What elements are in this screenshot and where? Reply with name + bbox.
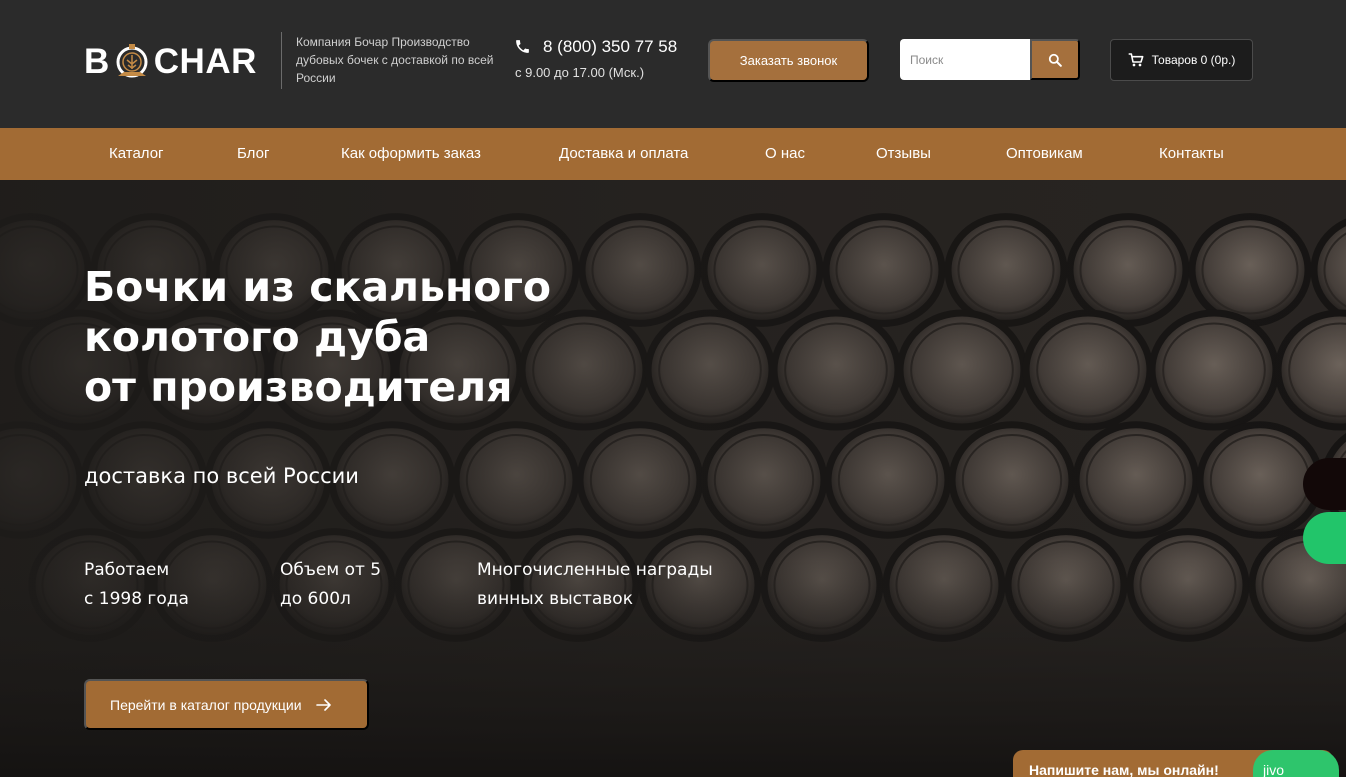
feature-awards: Многочисленные награды винных выставок [477,556,713,614]
feature-line: Работаем [84,560,170,580]
hero-title-line: от производителя [84,363,513,411]
search-icon [1048,53,1062,67]
chat-widget[interactable]: Напишите нам, мы онлайн! jivo [1013,750,1339,777]
logo-letter-b: B [84,42,110,81]
chat-prompt: Напишите нам, мы онлайн! [1029,762,1219,777]
cart-icon [1128,53,1144,67]
feature-line: винных выставок [477,589,633,609]
side-widget-green[interactable] [1303,512,1346,564]
nav-item-blog[interactable]: Блог [237,128,269,180]
main-nav: Каталог Блог Как оформить заказ Доставка… [0,128,1346,180]
arrow-right-icon [315,698,331,711]
hero-title: Бочки из скального колотого дуба от прои… [84,262,644,412]
phone-number[interactable]: 8 (800) 350 77 58 [543,37,677,57]
nav-item-wholesale[interactable]: Оптовикам [1006,128,1083,180]
header-divider [281,32,282,89]
feature-line: с 1998 года [84,589,189,609]
site-header: B CHAR Компания Бочар Производство дубов… [0,0,1346,128]
hero-title-line: колотого дуба [84,313,431,361]
hero-section: Бочки из скального колотого дуба от прои… [0,180,1346,777]
catalog-button[interactable]: Перейти в каталог продукции [84,679,369,730]
nav-item-about[interactable]: О нас [765,128,805,180]
logo-text-char: CHAR [153,42,257,81]
callback-button[interactable]: Заказать звонок [708,39,869,82]
phone-icon [516,40,529,53]
company-tagline: Компания Бочар Производство дубовых боче… [296,35,494,85]
nav-item-contacts[interactable]: Контакты [1159,128,1224,180]
logo[interactable]: B CHAR [84,34,257,90]
barrel-logo-icon [116,44,148,78]
feature-line: Многочисленные награды [477,560,713,580]
hero-title-line: Бочки из скального [84,263,552,311]
nav-item-how-to-order[interactable]: Как оформить заказ [341,128,481,180]
cart-button[interactable]: Товаров 0 (0р.) [1110,39,1253,81]
nav-item-delivery-payment[interactable]: Доставка и оплата [559,128,688,180]
side-widget-dark[interactable] [1303,458,1346,510]
hero-subtitle: доставка по всей России [84,464,359,488]
cart-label: Товаров 0 (0р.) [1151,53,1236,67]
search-button[interactable] [1030,39,1080,80]
phone-hours: с 9.00 до 17.00 (Мск.) [515,65,645,80]
nav-item-reviews[interactable]: Отзывы [876,128,931,180]
search-input[interactable] [900,39,1031,80]
nav-item-catalog[interactable]: Каталог [109,128,164,180]
feature-since: Работаем с 1998 года [84,556,189,614]
chat-brand: jivo [1263,762,1285,777]
feature-volume: Объем от 5 до 600л [280,556,381,614]
feature-line: Объем от 5 [280,560,382,580]
feature-line: до 600л [280,589,351,609]
catalog-button-label: Перейти в каталог продукции [110,696,302,713]
